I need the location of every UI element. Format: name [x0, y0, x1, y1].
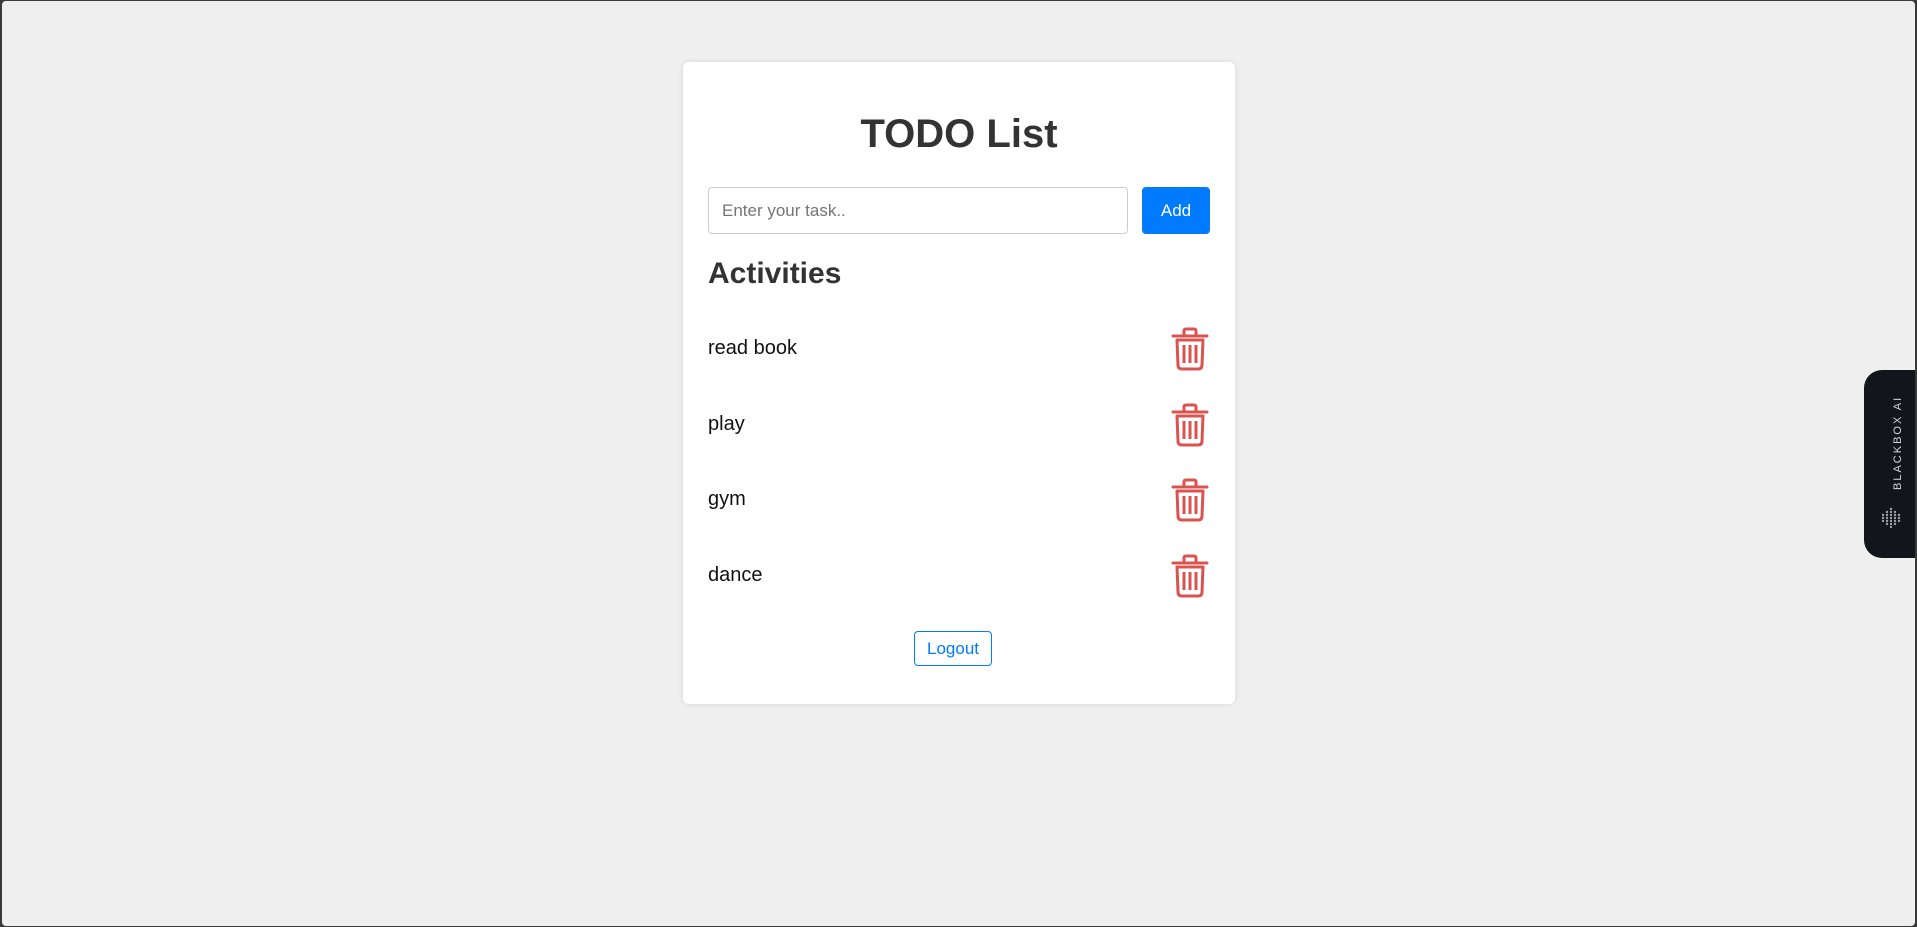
delete-task-button[interactable]: [1170, 403, 1210, 447]
task-item: dance: [708, 554, 1210, 630]
task-item: read book: [708, 327, 1210, 403]
task-item: play: [708, 403, 1210, 479]
blackbox-ai-side-tab[interactable]: BLACKBOX AI: [1864, 370, 1915, 558]
delete-task-button[interactable]: [1170, 554, 1210, 598]
trash-icon: [1171, 327, 1209, 371]
delete-task-button[interactable]: [1170, 478, 1210, 522]
add-task-button[interactable]: Add: [1142, 187, 1210, 234]
task-item: gym: [708, 478, 1210, 554]
task-input[interactable]: [708, 187, 1128, 234]
blackbox-logo-icon: [1881, 507, 1901, 529]
todo-card: TODO List Add Activities read book: [683, 62, 1235, 704]
trash-icon: [1171, 403, 1209, 446]
side-tab-label: BLACKBOX AI: [1892, 396, 1904, 491]
task-list: read book play gym dance: [708, 327, 1210, 629]
page-viewport: TODO List Add Activities read book: [2, 1, 1915, 926]
logout-button[interactable]: Logout: [914, 631, 992, 666]
task-label: gym: [708, 488, 746, 510]
activities-heading: Activities: [708, 257, 842, 290]
trash-icon: [1171, 554, 1209, 597]
trash-icon: [1171, 478, 1209, 522]
task-label: dance: [708, 563, 763, 586]
task-label: read book: [708, 337, 797, 359]
delete-task-button[interactable]: [1170, 327, 1210, 371]
task-label: play: [708, 412, 745, 435]
page-title: TODO List: [860, 112, 1058, 156]
